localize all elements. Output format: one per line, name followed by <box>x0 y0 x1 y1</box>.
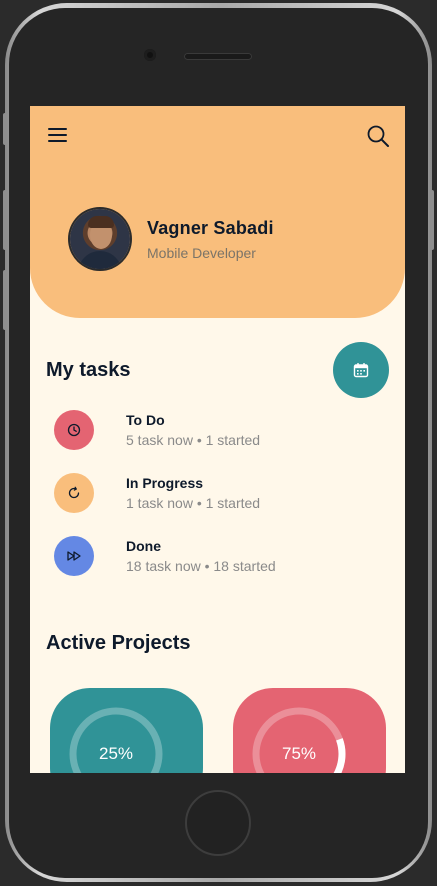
menu-icon[interactable] <box>48 128 68 142</box>
task-title: To Do <box>126 412 165 428</box>
clock-icon <box>67 423 81 437</box>
task-done-circle <box>54 536 94 576</box>
home-button[interactable] <box>185 790 251 856</box>
task-item-todo[interactable]: To Do 5 task now • 1 started <box>30 410 405 460</box>
project-card-1[interactable]: 25% <box>50 688 203 773</box>
active-projects-title: Active Projects <box>46 632 191 654</box>
task-todo-circle <box>54 410 94 450</box>
calendar-icon <box>353 363 369 378</box>
calendar-button[interactable] <box>333 342 389 398</box>
avatar[interactable] <box>70 209 130 269</box>
task-subtitle: 1 task now • 1 started <box>126 495 261 511</box>
my-tasks-title: My tasks <box>46 359 131 381</box>
refresh-icon <box>68 486 80 499</box>
task-title: Done <box>126 538 161 554</box>
project-percent: 25% <box>98 744 134 763</box>
task-subtitle: 5 task now • 1 started <box>126 432 261 448</box>
task-item-in-progress[interactable]: In Progress 1 task now • 1 started <box>30 473 405 523</box>
volume-down-button <box>3 270 7 330</box>
task-subtitle: 18 task now • 18 started <box>126 558 276 574</box>
power-button <box>430 190 434 250</box>
search-icon[interactable] <box>366 124 390 148</box>
project-percent: 75% <box>281 744 317 763</box>
app-screen: Vagner Sabadi Mobile Developer My tasks … <box>30 106 405 773</box>
front-camera <box>144 49 156 61</box>
volume-up-button <box>3 190 7 250</box>
project-card-2[interactable]: 75% <box>233 688 386 773</box>
task-title: In Progress <box>126 475 204 491</box>
user-role: Mobile Developer <box>147 245 256 261</box>
earpiece-speaker <box>184 53 252 60</box>
task-item-done[interactable]: Done 18 task now • 18 started <box>30 536 405 586</box>
fast-forward-icon <box>67 551 81 561</box>
profile-header: Vagner Sabadi Mobile Developer <box>30 106 405 318</box>
task-in-progress-circle <box>54 473 94 513</box>
mute-switch <box>3 113 7 145</box>
user-name: Vagner Sabadi <box>147 218 274 238</box>
